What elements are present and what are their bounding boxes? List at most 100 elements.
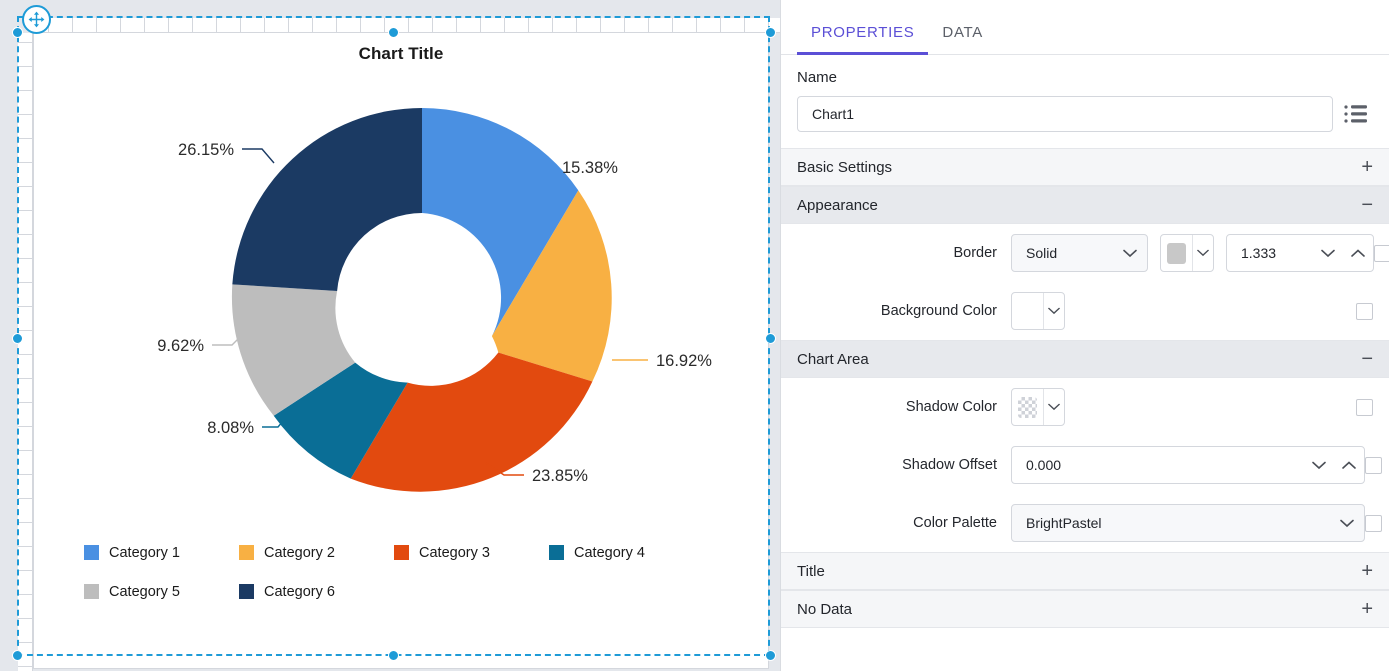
legend-label: Category 6 [264,583,335,600]
section-header-chart-area[interactable]: Chart Area − [781,340,1389,378]
color-palette-value: BrightPastel [1026,515,1102,531]
shadow-offset-label: Shadow Offset [902,457,997,473]
stepper-up-icon[interactable] [1343,248,1373,258]
report-design-canvas[interactable]: Chart Title 15.38% 16.92% 23.85% 8.08% 9… [0,0,780,671]
color-palette-label: Color Palette [913,515,997,531]
legend-label: Category 1 [109,544,180,561]
background-color-swatch [1012,293,1043,329]
pie-value-label-category-6: 26.15% [178,141,234,159]
shadow-offset-spinner[interactable]: 0.000 [1011,446,1365,484]
border-override-checkbox[interactable] [1374,244,1389,262]
legend-item[interactable]: Category 3 [394,533,549,572]
resize-handle-bottom-left[interactable] [12,650,23,661]
tab-data[interactable]: DATA [928,24,997,54]
property-row-shadow-color: Shadow Color [781,378,1389,436]
border-style-value: Solid [1026,245,1058,261]
color-palette-controls: BrightPastel [1011,504,1382,542]
property-row-shadow-offset: Shadow Offset 0.000 [781,436,1389,494]
section-header-no-data[interactable]: No Data + [781,590,1389,628]
legend-item[interactable]: Category 4 [549,533,704,572]
section-title: Chart Area [797,350,869,368]
collapse-icon[interactable]: − [1361,349,1373,369]
collapse-icon[interactable]: − [1361,195,1373,215]
background-color-picker[interactable] [1011,292,1065,330]
name-input[interactable] [797,96,1333,132]
name-row [797,96,1373,132]
resize-handle-top-center[interactable] [388,27,399,38]
panel-tabs: PROPERTIES DATA [781,0,1389,55]
legend-swatch-icon [84,545,99,560]
list-menu-icon [1344,105,1367,123]
chart-legend: Category 1 Category 2 Category 3 Categor… [84,533,744,611]
stepper-down-icon[interactable] [1313,249,1343,258]
legend-item[interactable]: Category 1 [84,533,239,572]
expand-icon[interactable]: + [1361,157,1373,177]
property-row-border: Border Solid 1.333 [781,224,1389,282]
chevron-down-icon[interactable] [1043,293,1064,329]
legend-item[interactable]: Category 6 [239,572,394,611]
shadow-offset-controls: 0.000 [1011,446,1382,484]
pie-value-label-category-3: 23.85% [532,467,588,485]
color-palette-select[interactable]: BrightPastel [1011,504,1365,542]
shadow-color-override-checkbox[interactable] [1356,398,1373,416]
expand-icon[interactable]: + [1361,599,1373,619]
resize-handle-top-right[interactable] [765,27,776,38]
shadow-color-label: Shadow Color [905,399,997,415]
resize-handle-top-left[interactable] [12,27,23,38]
resize-handle-middle-right[interactable] [765,333,776,344]
border-width-value: 1.333 [1241,245,1277,261]
border-style-select[interactable]: Solid [1011,234,1148,272]
donut-chart[interactable]: 15.38% 16.92% 23.85% 8.08% 9.62% 26.15% [34,63,768,513]
section-header-basic-settings[interactable]: Basic Settings + [781,148,1389,186]
pie-slice-category-6[interactable] [232,107,422,292]
expand-icon[interactable]: + [1361,561,1373,581]
tab-properties[interactable]: PROPERTIES [797,24,929,55]
chevron-down-icon[interactable] [1113,249,1147,258]
vertical-ruler [18,18,33,671]
background-color-label: Background Color [880,303,997,319]
legend-item[interactable]: Category 5 [84,572,239,611]
property-row-color-palette: Color Palette BrightPastel [781,494,1389,552]
border-color-swatch [1161,235,1192,271]
legend-label: Category 5 [109,583,180,600]
shadow-color-swatch [1012,389,1043,425]
report-page[interactable]: Chart Title 15.38% 16.92% 23.85% 8.08% 9… [33,32,769,669]
shadow-offset-value: 0.000 [1026,457,1062,473]
border-label: Border [953,245,997,261]
legend-swatch-icon [394,545,409,560]
leader-line-category-6 [242,148,275,164]
legend-item[interactable]: Category 2 [239,533,394,572]
legend-label: Category 4 [574,544,645,561]
section-title: No Data [797,600,853,618]
section-header-appearance[interactable]: Appearance − [781,186,1389,224]
ruler-top-strip [0,0,780,18]
stepper-up-icon[interactable] [1334,460,1364,470]
shadow-color-picker[interactable] [1011,388,1065,426]
resize-handle-bottom-right[interactable] [765,650,776,661]
border-color-picker[interactable] [1160,234,1214,272]
chart-title: Chart Title [358,44,444,63]
pie-value-label-category-5: 9.62% [157,337,204,355]
move-handle[interactable] [22,5,51,34]
resize-handle-bottom-center[interactable] [388,650,399,661]
chevron-down-icon[interactable] [1330,519,1364,528]
color-palette-override-checkbox[interactable] [1365,514,1382,532]
legend-label: Category 3 [419,544,490,561]
resize-handle-middle-left[interactable] [12,333,23,344]
shadow-offset-override-checkbox[interactable] [1365,456,1382,474]
chevron-down-icon[interactable] [1043,389,1064,425]
property-row-background-color: Background Color [781,282,1389,340]
pie-value-label-category-1: 15.38% [562,159,618,177]
chevron-down-icon[interactable] [1192,235,1213,271]
shadow-color-controls [1011,388,1373,426]
stepper-down-icon[interactable] [1304,461,1334,470]
border-width-spinner[interactable]: 1.333 [1226,234,1374,272]
legend-swatch-icon [239,545,254,560]
name-label: Name [797,69,838,86]
chart-container[interactable]: Chart Title 15.38% 16.92% 23.85% 8.08% 9… [34,33,768,653]
name-list-menu-button[interactable] [1339,97,1373,131]
background-color-controls [1011,292,1373,330]
background-color-override-checkbox[interactable] [1356,302,1373,320]
properties-panel: PROPERTIES DATA Name Chart1 Basic Settin… [780,0,1389,671]
section-header-title[interactable]: Title + [781,552,1389,590]
